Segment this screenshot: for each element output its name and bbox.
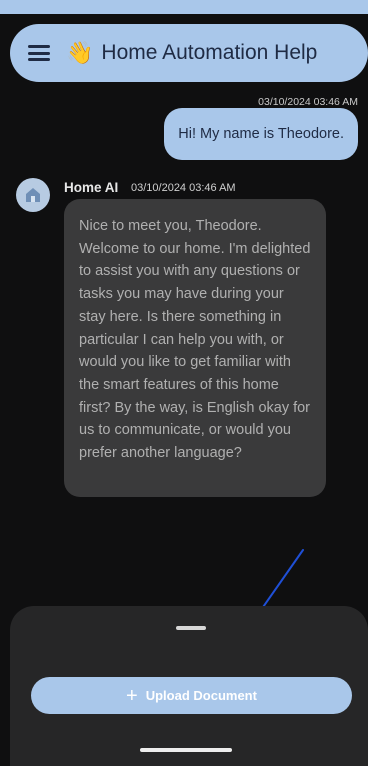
app-header: 👋 Home Automation Help (10, 24, 368, 82)
bot-name: Home AI (64, 180, 119, 195)
drag-handle[interactable] (176, 626, 206, 630)
upload-button-label: Upload Document (145, 688, 257, 703)
plus-icon: + (126, 684, 138, 707)
status-bar (0, 0, 368, 14)
home-indicator[interactable] (140, 748, 232, 752)
bottom-sheet: + Upload Document (10, 606, 368, 766)
user-message-timestamp: 03/10/2024 03:46 AM (258, 96, 358, 108)
bot-message-bubble: Nice to meet you, Theodore. Welcome to o… (64, 199, 326, 497)
hamburger-menu-icon[interactable] (28, 45, 50, 61)
page-title: Home Automation Help (101, 41, 318, 64)
bot-message-timestamp: 03/10/2024 03:46 AM (131, 182, 236, 194)
waving-hand-icon: 👋 (66, 40, 94, 65)
upload-document-button[interactable]: + Upload Document (31, 677, 352, 714)
user-message-bubble: Hi! My name is Theodore. (164, 108, 358, 160)
bot-avatar (16, 178, 50, 212)
home-icon (26, 188, 40, 202)
